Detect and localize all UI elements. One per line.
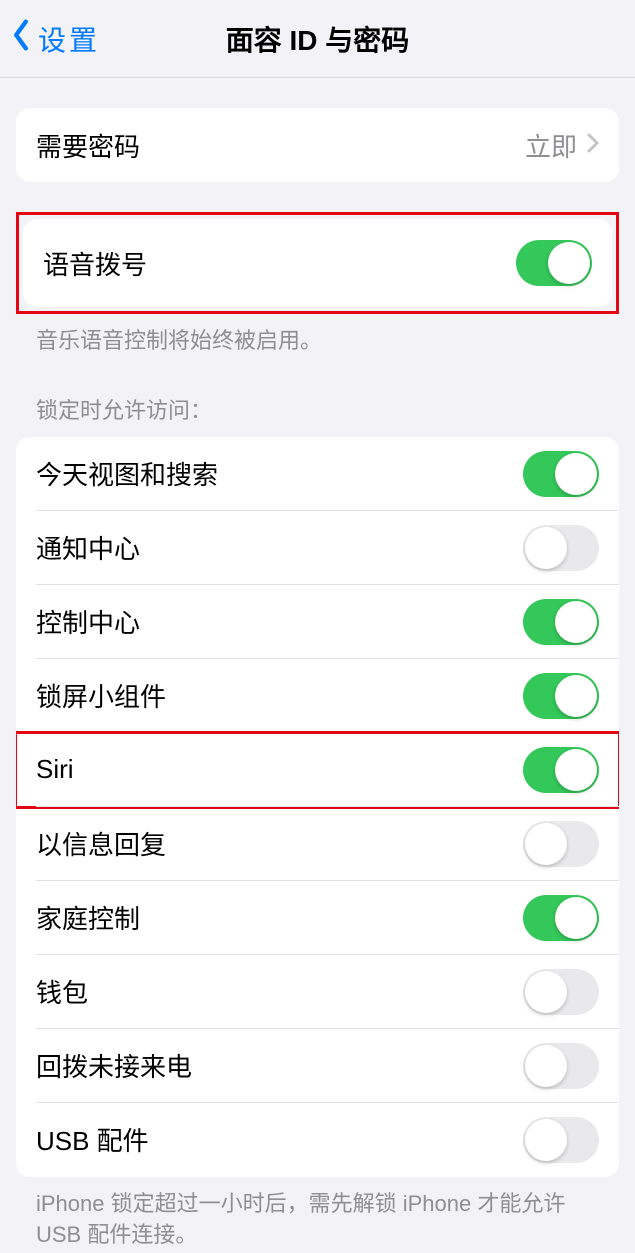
locked-access-toggle[interactable] <box>523 451 599 497</box>
locked-access-toggle[interactable] <box>523 1043 599 1089</box>
locked-access-label: Siri <box>36 754 523 785</box>
chevron-right-icon <box>587 133 599 158</box>
locked-access-toggle[interactable] <box>523 673 599 719</box>
locked-access-toggle[interactable] <box>523 525 599 571</box>
locked-access-row: 回拨未接来电 <box>16 1029 619 1103</box>
require-passcode-group: 需要密码 立即 <box>16 108 619 182</box>
locked-access-row: 今天视图和搜索 <box>16 437 619 511</box>
navigation-bar: 设置 面容 ID 与密码 <box>0 0 635 78</box>
locked-access-toggle[interactable] <box>523 747 599 793</box>
locked-access-label: 家庭控制 <box>36 899 523 936</box>
voice-dial-group-highlight: 语音拨号 <box>16 212 619 314</box>
locked-access-toggle[interactable] <box>523 821 599 867</box>
back-label: 设置 <box>38 19 100 59</box>
locked-access-label: USB 配件 <box>36 1121 523 1158</box>
locked-access-toggle[interactable] <box>523 895 599 941</box>
locked-access-row: 以信息回复 <box>16 807 619 881</box>
require-passcode-value: 立即 <box>525 127 577 164</box>
locked-access-toggle[interactable] <box>523 1117 599 1163</box>
locked-access-row: Siri <box>16 733 619 807</box>
require-passcode-label: 需要密码 <box>36 127 525 164</box>
voice-dial-row: 语音拨号 <box>23 219 612 307</box>
locked-access-label: 钱包 <box>36 973 523 1010</box>
locked-access-row: 控制中心 <box>16 585 619 659</box>
locked-access-toggle[interactable] <box>523 599 599 645</box>
locked-access-footer: iPhone 锁定超过一小时后，需先解锁 iPhone 才能允许USB 配件连接… <box>16 1177 619 1251</box>
locked-access-row: 钱包 <box>16 955 619 1029</box>
locked-access-label: 今天视图和搜索 <box>36 455 523 492</box>
locked-access-label: 通知中心 <box>36 529 523 566</box>
voice-dial-label: 语音拨号 <box>43 245 516 282</box>
locked-access-label: 锁屏小组件 <box>36 677 523 714</box>
locked-access-label: 以信息回复 <box>36 825 523 862</box>
locked-access-row: 家庭控制 <box>16 881 619 955</box>
voice-dial-toggle[interactable] <box>516 240 592 286</box>
chevron-left-icon <box>10 18 32 59</box>
locked-access-toggle[interactable] <box>523 969 599 1015</box>
locked-access-label: 回拨未接来电 <box>36 1047 523 1084</box>
locked-access-row: 锁屏小组件 <box>16 659 619 733</box>
back-button[interactable]: 设置 <box>10 18 100 59</box>
locked-access-list: 今天视图和搜索通知中心控制中心锁屏小组件 Siri 以信息回复家庭控制钱包回拨未接来… <box>16 437 619 1177</box>
locked-access-row: 通知中心 <box>16 511 619 585</box>
locked-access-row: USB 配件 <box>16 1103 619 1177</box>
voice-dial-footer: 音乐语音控制将始终被启用。 <box>16 314 619 357</box>
locked-access-header: 锁定时允许访问： <box>16 393 619 437</box>
locked-access-label: 控制中心 <box>36 603 523 640</box>
require-passcode-row[interactable]: 需要密码 立即 <box>16 108 619 182</box>
